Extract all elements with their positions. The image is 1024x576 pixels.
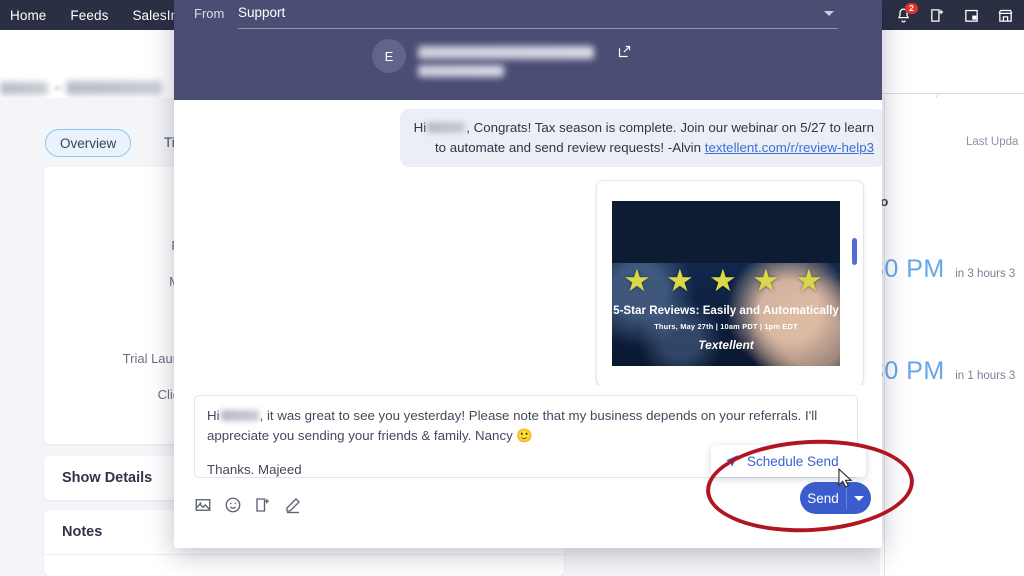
message-bubble-outgoing: Hi, Congrats! Tax season is complete. Jo…	[400, 109, 882, 167]
topbar-icon-group: 2	[895, 0, 1014, 30]
star-icon-2: ★	[666, 265, 694, 296]
star-icon-5: ★	[795, 265, 823, 296]
edit-contact-icon[interactable]	[617, 44, 632, 59]
bubble-text-before: Hi	[414, 120, 427, 135]
new-note-icon[interactable]	[929, 7, 946, 24]
message-panel-header: From Support E	[174, 0, 882, 100]
emoji-icon[interactable]	[224, 496, 242, 514]
detail-field-label-2: P	[80, 238, 180, 253]
redacted-recipient-name	[427, 122, 465, 133]
banner-title: 5-Star Reviews: Easily and Automatically	[612, 304, 840, 317]
notifications-bell-icon[interactable]: 2	[895, 7, 912, 24]
detail-field-label-trial-launch: Trial Laun	[40, 351, 180, 366]
webinar-banner-image: ★ ★ ★ ★ ★ 5-Star Reviews: Easily and Aut…	[612, 201, 840, 366]
banner-subtitle: Thurs, May 27th | 10am PDT | 1pm EDT	[612, 322, 840, 331]
scheduled-item-2[interactable]: 30 PM in 1 hours 3	[870, 357, 1015, 386]
tab-overview[interactable]: Overview	[45, 129, 131, 157]
signature-pen-icon[interactable]	[284, 496, 302, 514]
detail-field-label-1: l	[80, 196, 180, 211]
chevron-down-icon	[824, 11, 834, 16]
from-value: Support	[238, 5, 285, 20]
schedule-column	[880, 98, 1024, 576]
detail-field-label-client: Clie	[40, 387, 180, 402]
redacted-title-part-2	[66, 81, 162, 95]
insert-image-icon[interactable]	[194, 496, 212, 514]
calendar-icon[interactable]	[963, 7, 980, 24]
redacted-contact-name	[418, 46, 594, 59]
from-label: From	[194, 6, 224, 21]
last-updated-label: Last Upda	[966, 136, 1018, 148]
insert-template-icon[interactable]	[254, 496, 272, 514]
bubble-link[interactable]: textellent.com/r/review-help3	[705, 140, 874, 155]
star-icon-1: ★	[623, 265, 651, 296]
message-scrollbar-thumb[interactable]	[852, 238, 857, 265]
scheduled-relative-2: in 1 hours 3	[955, 370, 1015, 382]
show-details-label: Show Details	[44, 470, 152, 486]
attached-image-card[interactable]: ★ ★ ★ ★ ★ 5-Star Reviews: Easily and Aut…	[596, 180, 864, 385]
message-thread: Hi, Congrats! Tax season is complete. Jo…	[174, 100, 882, 385]
compose-toolbar	[194, 496, 302, 514]
storefront-icon[interactable]	[997, 7, 1014, 24]
redacted-compose-name	[221, 410, 259, 421]
redacted-title-part-1	[0, 82, 48, 95]
nav-item-feeds[interactable]: Feeds	[58, 8, 120, 23]
avatar: E	[372, 39, 406, 73]
scheduled-item-1[interactable]: 30 PM in 3 hours 3	[870, 255, 1015, 284]
from-select[interactable]: Support	[238, 4, 838, 29]
star-icon-4: ★	[752, 265, 780, 296]
scheduled-relative-1: in 3 hours 3	[955, 268, 1015, 280]
title-separator	[54, 87, 61, 89]
redacted-contact-phone	[418, 65, 504, 77]
detail-field-label-3: M	[80, 274, 180, 289]
star-icon-3: ★	[709, 265, 737, 296]
compose-text-after: , it was great to see you yesterday! Ple…	[207, 408, 817, 443]
compose-text-before: Hi	[207, 408, 220, 423]
notes-divider	[44, 554, 564, 555]
nav-item-home[interactable]: Home	[0, 8, 58, 23]
notification-badge: 2	[905, 3, 918, 14]
textellent-logo: Textellent	[612, 338, 840, 352]
